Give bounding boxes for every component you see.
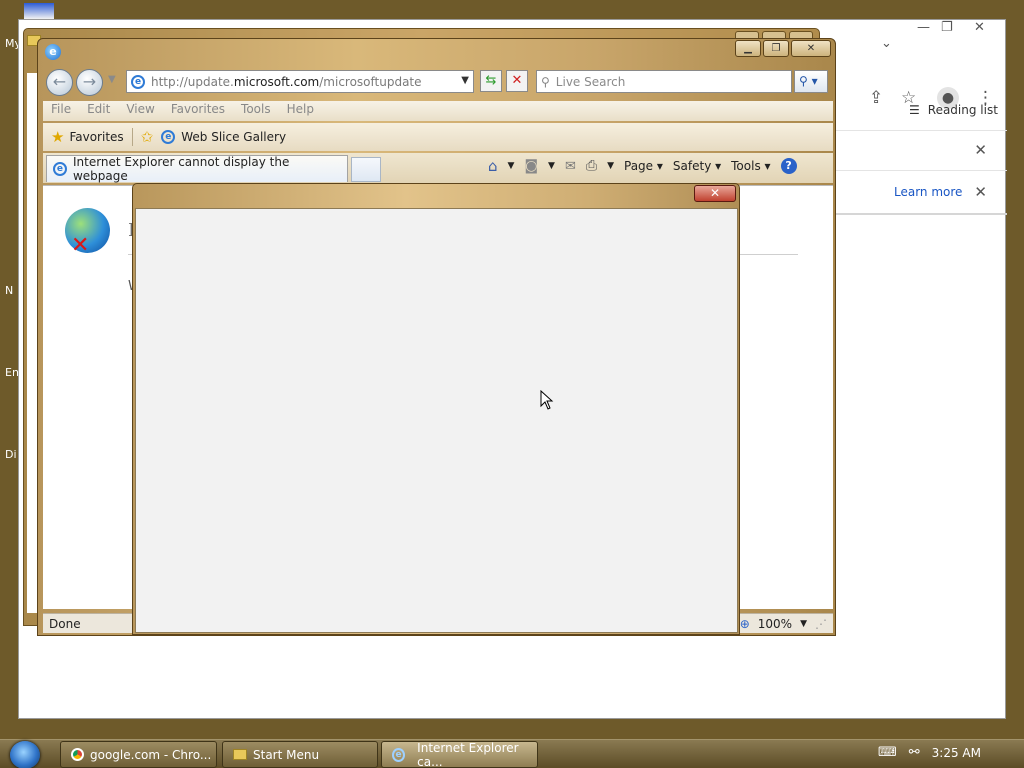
address-row: ← → ▼ e http://update. microsoft.com/micr… [42,67,832,99]
menu-file[interactable]: File [43,101,79,121]
chevron-down-icon[interactable]: ⌄ [881,36,892,51]
share-icon[interactable]: ⇪ [869,88,883,108]
home-dropdown-icon[interactable]: ▼ [508,161,515,171]
blank-dialog-window: ✕ [132,183,740,635]
folder-icon [233,749,247,760]
minimize-button[interactable]: ▁ [735,40,761,57]
web-slice-icon: e [161,130,176,144]
address-prefix: http://update. [151,74,234,89]
taskbar-item-label: Start Menu [253,747,320,762]
safety-menu-label: Safety [672,159,712,173]
search-placeholder: Live Search [555,74,626,89]
address-host: microsoft.com [233,74,320,89]
add-to-favorites-icon[interactable]: ✩ [133,128,160,146]
forward-button[interactable]: → [76,69,103,96]
stop-button[interactable]: ✕ [506,70,528,92]
tools-menu-label: Tools [731,159,761,173]
dialog-body [135,208,738,633]
feeds-dropdown-icon[interactable]: ▼ [548,161,555,171]
zoom-level: 100% [757,616,793,631]
zoom-dropdown-icon[interactable]: ▼ [800,619,807,629]
dialog-close-button[interactable]: ✕ [694,185,736,202]
desktop-label-n[interactable]: N [5,284,13,297]
divider [835,130,1007,131]
safety-menu[interactable]: Safety ▾ [673,159,721,173]
close-icon[interactable]: ✕ [974,20,985,35]
divider [835,170,1007,171]
taskbar-item-label: Internet Explorer ca... [417,740,519,768]
address-dropdown-icon[interactable]: ▼ [461,75,469,86]
page-menu[interactable]: Page ▾ [624,159,663,173]
network-icon[interactable]: ⚯ [909,745,920,760]
tab-title: Internet Explorer cannot display the web… [72,155,290,183]
tab-bar: e Internet Explorer cannot display the w… [43,153,833,183]
print-dropdown-icon[interactable]: ▼ [607,161,614,171]
web-slice-gallery-link[interactable]: Web Slice Gallery [181,130,286,144]
learn-more-link[interactable]: Learn more [894,185,962,199]
maximize-button[interactable]: ❐ [763,40,789,57]
taskbar-item-start-menu[interactable]: Start Menu [222,741,378,768]
address-suffix: /microsoftupdate [319,74,422,89]
print-icon[interactable]: ⎙ [586,158,597,174]
taskbar-item-chrome[interactable]: google.com - Chro... [60,741,217,768]
menu-help[interactable]: Help [279,101,322,121]
favorites-label: Favorites [69,130,124,144]
maximize-icon[interactable]: ❐ [941,20,953,35]
error-x-icon: ✕ [71,233,90,258]
new-tab-button[interactable] [351,157,381,182]
favorites-star-icon: ★ [51,128,65,146]
zoom-icon: ⊕ [739,616,750,631]
search-input[interactable]: ⚲ Live Search [536,70,792,93]
ie-icon: e [45,44,61,60]
refresh-button[interactable]: ⇆ [480,70,502,92]
taskbar: google.com - Chro... Start Menu e Intern… [0,739,1024,768]
close-icon[interactable]: ✕ [974,141,987,159]
help-icon[interactable]: ? [780,158,797,174]
favorites-bar: ★ Favorites ✩ e Web Slice Gallery [43,123,833,151]
favorites-button[interactable]: ★ Favorites [43,128,133,146]
menu-edit[interactable]: Edit [79,101,118,121]
desktop-recycle-icon[interactable] [24,3,54,19]
keyboard-icon[interactable]: ⌨ [878,745,897,760]
clock[interactable]: 3:25 AM [932,746,981,760]
divider [835,213,1007,215]
tools-menu[interactable]: Tools ▾ [731,159,770,173]
chrome-icon [71,748,84,761]
address-bar[interactable]: e http://update. microsoft.com/microsoftu… [126,70,474,93]
search-icon: ⚲ [541,74,550,89]
close-button[interactable]: ✕ [791,40,831,57]
history-dropdown-icon[interactable]: ▼ [108,74,116,85]
resize-grip-icon[interactable]: ⋰ [815,617,827,631]
zoom-control[interactable]: ⊕ 100% ▼ ⋰ [740,617,827,631]
taskbar-item-label: google.com - Chro... [90,747,212,762]
desktop-label-di[interactable]: Di [5,448,17,461]
start-button[interactable] [10,741,40,768]
reading-list-button[interactable]: ☰ Reading list [909,103,998,117]
menu-bar: File Edit View Favorites Tools Help [43,101,833,121]
menu-favorites[interactable]: Favorites [163,101,233,121]
mouse-cursor-icon [540,390,554,410]
menu-tools[interactable]: Tools [233,101,279,121]
taskbar-item-ie[interactable]: e Internet Explorer ca... [381,741,538,768]
search-button[interactable]: ⚲ ▾ [794,70,828,93]
window-controls: ▁ ❐ ✕ [735,40,831,57]
status-text: Done [49,616,81,631]
desktop-label-en[interactable]: En [5,366,19,379]
minimize-icon[interactable]: — [917,20,930,35]
home-icon[interactable]: ⌂ [488,157,498,175]
feeds-icon[interactable]: ◙ [524,158,538,174]
system-tray: ⌨ ⚯ 3:25 AM [878,745,981,760]
reading-list-icon: ☰ [909,103,920,117]
command-bar: ⌂ ▼ ◙ ▼ ✉ ⎙ ▼ Page ▾ Safety ▾ Tools ▾ ? [488,157,797,175]
menu-view[interactable]: View [118,101,162,121]
ie-icon: e [392,747,406,762]
reading-list-label: Reading list [927,103,998,117]
read-mail-icon[interactable]: ✉ [565,159,576,174]
page-menu-label: Page [624,159,654,173]
ie-page-icon: e [53,162,67,176]
close-icon[interactable]: ✕ [974,183,987,201]
back-button[interactable]: ← [46,69,73,96]
tab-active[interactable]: e Internet Explorer cannot display the w… [46,155,348,183]
ie-page-icon: e [131,74,145,89]
